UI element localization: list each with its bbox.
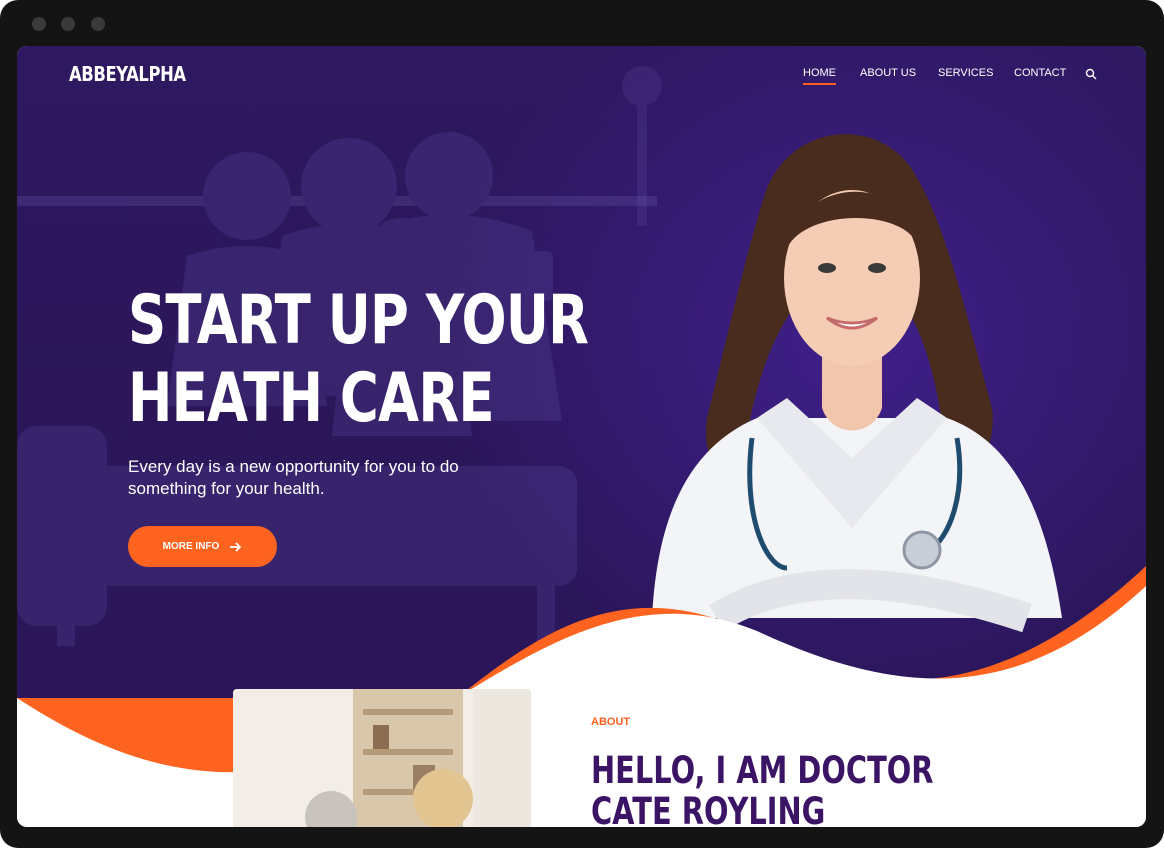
search-icon[interactable] — [1085, 68, 1097, 80]
nav-about-us[interactable]: ABOUT US — [860, 67, 916, 79]
hero-headline: START UP YOUR HEATH CARE — [128, 281, 589, 438]
more-info-label: MORE INFO — [162, 541, 220, 552]
about-title-line1: HELLO, I AM DOCTOR — [591, 749, 934, 792]
browser-window: ABBEYALPHA HOME ABOUT US SERVICES CONTAC… — [0, 0, 1164, 848]
web-page: ABBEYALPHA HOME ABOUT US SERVICES CONTAC… — [17, 46, 1146, 827]
site-logo[interactable]: ABBEYALPHA — [69, 62, 186, 86]
hero-headline-line2: HEATH CARE — [128, 359, 495, 438]
nav-services[interactable]: SERVICES — [938, 67, 993, 79]
nav-contact[interactable]: CONTACT — [1014, 67, 1066, 79]
about-title-line2: CATE ROYLING — [591, 790, 826, 827]
about-title: HELLO, I AM DOCTOR CATE ROYLING — [591, 750, 934, 827]
hero-subtitle: Every day is a new opportunity for you t… — [128, 457, 459, 498]
window-minimize-dot[interactable] — [61, 17, 75, 31]
about-photo — [233, 689, 531, 827]
window-maximize-dot[interactable] — [91, 17, 105, 31]
more-info-button[interactable]: MORE INFO — [128, 526, 277, 567]
arrow-right-icon — [230, 541, 242, 552]
window-close-dot[interactable] — [32, 17, 46, 31]
about-section-label: ABOUT — [591, 716, 631, 728]
hero-headline-line1: START UP YOUR — [128, 281, 589, 360]
nav-home[interactable]: HOME — [803, 67, 836, 85]
